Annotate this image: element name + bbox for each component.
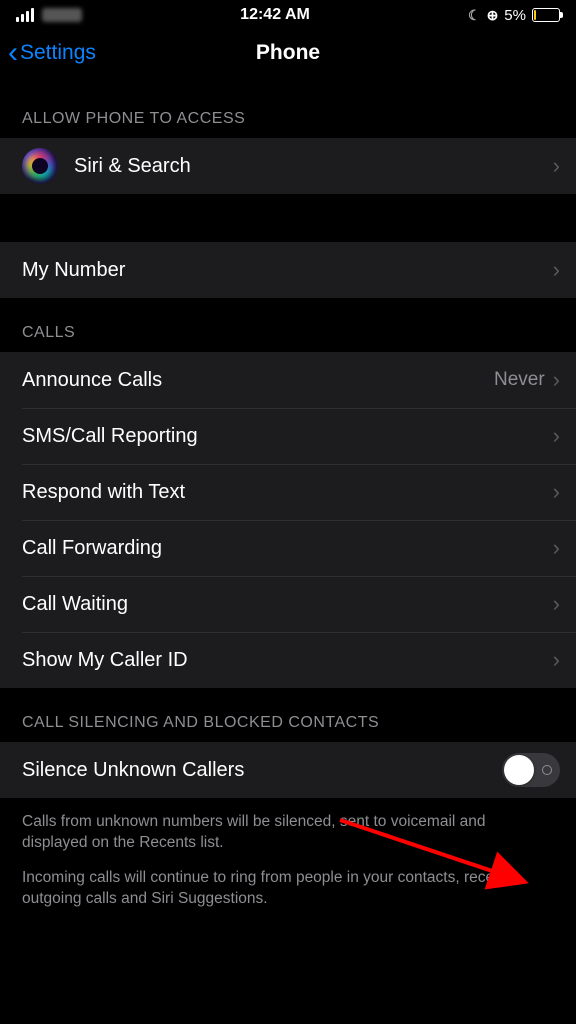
cell-label: Show My Caller ID bbox=[22, 649, 553, 672]
cell-label: Call Waiting bbox=[22, 593, 553, 616]
back-button[interactable]: ‹ Settings bbox=[0, 38, 96, 68]
chevron-right-icon: › bbox=[553, 647, 560, 673]
section-header-calls: CALLS bbox=[0, 298, 576, 352]
cell-sms-reporting[interactable]: SMS/Call Reporting › bbox=[0, 408, 576, 464]
section-header-access: ALLOW PHONE TO ACCESS bbox=[0, 78, 576, 138]
cell-label: SMS/Call Reporting bbox=[22, 425, 553, 448]
cell-call-forwarding[interactable]: Call Forwarding › bbox=[0, 520, 576, 576]
footer-text-2: Incoming calls will continue to ring fro… bbox=[0, 854, 576, 910]
status-right: ☾ ⊕ 5% bbox=[468, 7, 560, 24]
battery-percent: 5% bbox=[504, 7, 526, 24]
chevron-right-icon: › bbox=[553, 153, 560, 179]
siri-icon bbox=[22, 148, 58, 184]
chevron-right-icon: › bbox=[553, 591, 560, 617]
cell-label: Respond with Text bbox=[22, 481, 553, 504]
toggle-knob bbox=[504, 755, 534, 785]
status-bar: 12:42 AM ☾ ⊕ 5% bbox=[0, 0, 576, 28]
section-header-silence: CALL SILENCING AND BLOCKED CONTACTS bbox=[0, 688, 576, 742]
cell-label: Announce Calls bbox=[22, 369, 494, 392]
chevron-left-icon: ‹ bbox=[8, 38, 18, 68]
cellular-signal-icon bbox=[16, 8, 34, 22]
chevron-right-icon: › bbox=[553, 367, 560, 393]
cell-label: Siri & Search bbox=[74, 155, 553, 178]
cell-caller-id[interactable]: Show My Caller ID › bbox=[0, 632, 576, 688]
cell-my-number[interactable]: My Number › bbox=[0, 242, 576, 298]
status-time: 12:42 AM bbox=[240, 6, 310, 24]
chevron-right-icon: › bbox=[553, 535, 560, 561]
chevron-right-icon: › bbox=[553, 423, 560, 449]
cell-respond-text[interactable]: Respond with Text › bbox=[0, 464, 576, 520]
carrier-name-redacted bbox=[42, 8, 82, 22]
cell-label: My Number bbox=[22, 259, 553, 282]
chevron-right-icon: › bbox=[553, 479, 560, 505]
toggle-off-indicator-icon bbox=[542, 765, 552, 775]
status-left bbox=[16, 8, 82, 22]
battery-icon bbox=[532, 8, 560, 22]
cell-silence-unknown[interactable]: Silence Unknown Callers bbox=[0, 742, 576, 798]
footer-text-1: Calls from unknown numbers will be silen… bbox=[0, 798, 576, 854]
cell-label: Call Forwarding bbox=[22, 537, 553, 560]
cell-call-waiting[interactable]: Call Waiting › bbox=[0, 576, 576, 632]
cell-announce-calls[interactable]: Announce Calls Never › bbox=[0, 352, 576, 408]
cell-label: Silence Unknown Callers bbox=[22, 759, 502, 782]
chevron-right-icon: › bbox=[553, 257, 560, 283]
nav-bar: ‹ Settings Phone bbox=[0, 28, 576, 78]
do-not-disturb-icon: ☾ bbox=[468, 7, 481, 24]
back-label: Settings bbox=[20, 41, 96, 65]
cell-value: Never bbox=[494, 369, 545, 391]
cell-siri-search[interactable]: Siri & Search › bbox=[0, 138, 576, 194]
silence-toggle[interactable] bbox=[502, 753, 560, 787]
orientation-lock-icon: ⊕ bbox=[487, 7, 499, 24]
